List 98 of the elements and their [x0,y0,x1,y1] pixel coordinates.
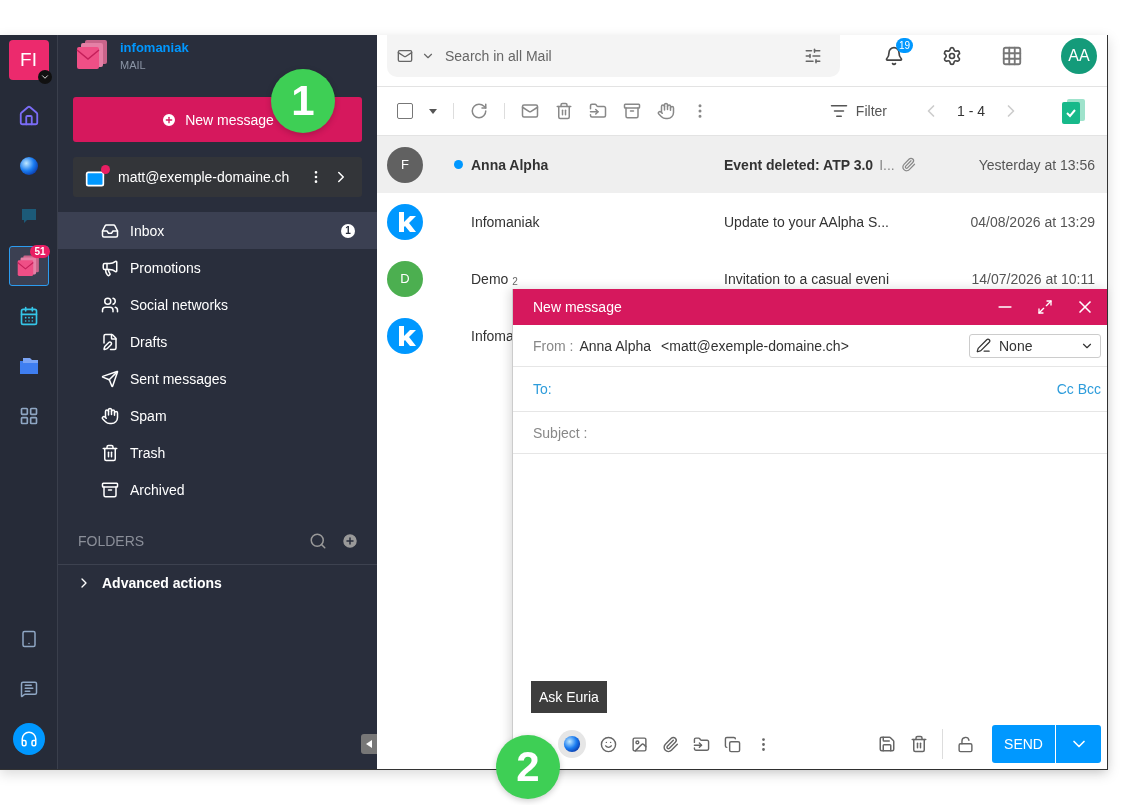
account-initials: FI [20,49,37,71]
folder-item[interactable]: Promotions [58,249,377,286]
mail-icon [16,254,41,278]
message-date: 14/07/2026 at 10:11 [971,270,1095,287]
device-icon [19,630,38,648]
from-label: From : [533,337,574,354]
folder-item[interactable]: Inbox 1 [58,212,377,249]
caret-icon[interactable] [429,108,437,114]
send-icon [101,369,119,388]
search-bar[interactable]: Search in all Mail [387,35,840,77]
app-button[interactable]: 51 [8,246,49,286]
hand-icon[interactable] [657,102,675,120]
hand-icon [101,406,119,425]
search-icon[interactable] [309,532,327,550]
subject-label: Subject : [533,424,588,441]
trash-icon[interactable] [555,102,573,120]
sender-avatar: F [387,146,423,183]
assistant-button[interactable] [558,730,586,758]
section-title: FOLDERS [78,533,146,549]
add-icon[interactable] [341,532,359,550]
move-icon[interactable] [589,102,607,120]
paperclip-icon[interactable] [662,735,679,753]
step-tooltip: 2 [496,735,560,799]
message-date: Yesterday at 13:56 [978,156,1095,173]
folder-item[interactable]: Archived [58,471,377,508]
apps-icon [18,406,39,426]
caret-icon [366,740,372,748]
search-field[interactable]: Search in all Mail [443,47,796,65]
advanced-actions[interactable]: Advanced actions [58,565,377,601]
message-row[interactable]: F Anna Alpha Event deleted: ATP 3.0 I... Yesterday at 13:56 [377,136,1107,193]
mark-read-icon[interactable] [521,102,539,120]
folder-item[interactable]: Trash [58,434,377,471]
account-address: matt@exemple-domaine.ch [118,169,291,185]
folder-item[interactable]: Spam [58,397,377,434]
tooltip: Ask Euria [531,681,607,713]
message-body[interactable]: Ask Euria [513,454,1107,719]
filters-icon[interactable] [804,47,822,65]
filter-button[interactable]: Filter [855,103,887,119]
chevron-icon [37,70,52,84]
settings-icon[interactable] [942,46,963,66]
support-icon [12,723,45,755]
collapse-handle[interactable] [361,734,377,754]
orb-icon-small [563,735,581,753]
user-avatar[interactable]: AA [1061,38,1097,74]
users-icon [101,295,119,314]
lock-icon[interactable] [957,735,974,753]
select-checkbox[interactable] [397,103,413,119]
folder-icon [18,357,39,375]
from-address: <matt@exemple-domaine.ch> [661,337,849,354]
orb-icon [18,156,39,176]
message-date: 04/08/2026 at 13:29 [970,213,1095,230]
product-name: MAIL [120,59,147,71]
archive-icon[interactable] [623,102,641,120]
advanced-actions-label: Advanced actions [102,575,222,591]
brand-name: infomaniak [120,40,189,55]
folder-item[interactable]: Sent messages [58,360,377,397]
trash-icon [101,443,119,462]
signature-select[interactable]: None [969,333,1101,358]
to-label: To: [533,381,552,397]
chat-icon [19,207,38,225]
home-icon [17,105,40,127]
sender-name: Demo [471,270,509,287]
mail-icon [397,48,413,64]
message-subject: Event deleted: ATP 3.0 [724,156,874,173]
drafts-icon [101,332,119,351]
sender-avatar: D [387,260,423,297]
app-logo [1059,97,1087,125]
sender-name: Infomaniak [471,213,540,230]
archive-icon [101,480,119,499]
folder-icon[interactable] [693,735,710,753]
from-name: Anna Alpha [579,337,652,354]
thread-count: 2 [512,276,518,287]
emoji-icon[interactable] [600,735,617,753]
filter-icon[interactable] [829,102,848,120]
count-badge: 1 [341,223,355,238]
folder-item[interactable]: Drafts [58,323,377,360]
expand-icon[interactable] [1037,299,1053,315]
message-preview: I... [879,156,895,173]
account-selector[interactable]: matt@exemple-domaine.ch [73,157,362,197]
folder-item[interactable]: Social networks [58,286,377,323]
image-icon[interactable] [631,735,648,753]
refresh-icon[interactable] [470,102,488,120]
notification-badge: 19 [895,38,913,53]
sender-name: Anna Alpha [471,156,549,173]
apps-icon[interactable] [1000,45,1023,67]
plus-icon [161,111,178,128]
trash-icon[interactable] [910,735,928,753]
inbox-icon [101,221,119,240]
unread-dot [454,160,463,169]
page-range: 1 - 4 [957,103,985,119]
message-subject: Update to your AAlpha S... [724,213,889,230]
megaphone-icon [101,258,119,277]
message-subject: Invitation to a casual eveni [724,270,889,287]
unread-badge: 51 [30,245,50,258]
pen-icon [976,338,991,353]
mail-logo [76,38,110,72]
save-icon[interactable] [878,735,896,753]
feedback-icon [19,680,38,698]
